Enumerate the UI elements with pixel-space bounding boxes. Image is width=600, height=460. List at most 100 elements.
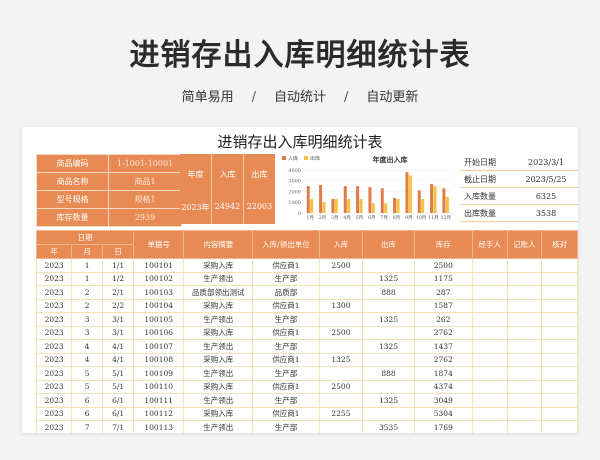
table-cell[interactable]: 2023 [35, 393, 73, 408]
table-cell[interactable]: 生产领出 [183, 420, 254, 433]
table-cell[interactable]: 5/1 [102, 379, 135, 394]
table-cell[interactable] [541, 406, 578, 421]
table-cell[interactable]: 2/2 [102, 298, 135, 313]
table-cell[interactable]: 2023 [35, 406, 73, 421]
table-cell[interactable]: 1325 [362, 271, 415, 286]
table-cell[interactable] [506, 420, 543, 433]
table-cell[interactable]: 2762 [413, 352, 473, 367]
table-cell[interactable] [541, 285, 578, 300]
table-cell[interactable]: 供应商1 [252, 325, 320, 340]
table-cell[interactable]: 6 [71, 393, 104, 408]
table-cell[interactable] [471, 352, 508, 367]
table-cell[interactable]: 2023 [35, 298, 73, 313]
table-cell[interactable] [506, 339, 543, 354]
table-cell[interactable]: 4/1 [102, 339, 135, 354]
table-cell[interactable] [541, 393, 578, 408]
table-cell[interactable]: 2 [71, 285, 104, 300]
table-cell[interactable] [541, 258, 578, 273]
table-cell[interactable]: 4 [71, 352, 104, 367]
table-cell[interactable] [541, 366, 578, 381]
start-date[interactable]: 2023/3/1 [514, 154, 578, 171]
table-cell[interactable]: 1175 [413, 271, 473, 286]
table-cell[interactable] [471, 366, 508, 381]
table-cell[interactable]: 100103 [133, 285, 185, 300]
table-cell[interactable]: 287 [413, 285, 473, 300]
table-cell[interactable]: 3049 [413, 393, 473, 408]
table-cell[interactable]: 1/1 [102, 258, 135, 273]
info-value[interactable]: 规格1 [108, 190, 182, 209]
table-cell[interactable] [471, 339, 508, 354]
table-cell[interactable] [541, 379, 578, 394]
table-cell[interactable]: 100112 [133, 406, 185, 421]
table-cell[interactable]: 品质部领出测试 [183, 285, 254, 300]
table-cell[interactable] [506, 366, 543, 381]
table-cell[interactable]: 1325 [362, 393, 415, 408]
table-cell[interactable]: 生产部 [252, 312, 320, 327]
table-cell[interactable]: 供应商1 [252, 379, 320, 394]
table-cell[interactable]: 888 [362, 285, 415, 300]
table-cell[interactable]: 2023 [35, 285, 73, 300]
table-cell[interactable]: 1/2 [102, 271, 135, 286]
table-cell[interactable] [541, 339, 578, 354]
table-cell[interactable]: 供应商1 [252, 406, 320, 421]
table-cell[interactable]: 5 [71, 366, 104, 381]
table-cell[interactable] [541, 271, 578, 286]
table-cell[interactable]: 生产领出 [183, 366, 254, 381]
table-cell[interactable] [506, 258, 543, 273]
table-cell[interactable] [541, 325, 578, 340]
table-cell[interactable]: 2500 [318, 379, 364, 394]
table-cell[interactable] [471, 285, 508, 300]
table-cell[interactable]: 100109 [133, 366, 185, 381]
table-cell[interactable] [541, 298, 578, 313]
table-cell[interactable]: 262 [413, 312, 473, 327]
table-cell[interactable]: 2023 [35, 339, 73, 354]
table-cell[interactable]: 100106 [133, 325, 185, 340]
table-cell[interactable]: 品质部 [252, 285, 320, 300]
table-cell[interactable] [506, 298, 543, 313]
table-cell[interactable] [506, 312, 543, 327]
table-cell[interactable]: 1 [71, 271, 104, 286]
table-cell[interactable]: 生产领出 [183, 312, 254, 327]
table-cell[interactable] [506, 285, 543, 300]
table-cell[interactable]: 100102 [133, 271, 185, 286]
table-cell[interactable]: 生产部 [252, 420, 320, 433]
table-cell[interactable]: 1300 [318, 298, 364, 313]
table-cell[interactable]: 2500 [413, 258, 473, 273]
table-cell[interactable] [471, 393, 508, 408]
info-value[interactable]: 商品1 [108, 172, 182, 191]
table-cell[interactable]: 2023 [35, 352, 73, 367]
table-cell[interactable]: 100107 [133, 339, 185, 354]
table-cell[interactable] [541, 312, 578, 327]
table-cell[interactable] [318, 312, 364, 327]
table-cell[interactable]: 4 [71, 339, 104, 354]
table-cell[interactable]: 4/1 [102, 352, 135, 367]
table-cell[interactable]: 100111 [133, 393, 185, 408]
table-cell[interactable]: 5304 [413, 406, 473, 421]
table-cell[interactable] [506, 271, 543, 286]
table-cell[interactable]: 采购入库 [183, 298, 254, 313]
table-cell[interactable]: 888 [362, 366, 415, 381]
table-cell[interactable]: 生产部 [252, 393, 320, 408]
table-cell[interactable] [362, 298, 415, 313]
table-cell[interactable] [471, 298, 508, 313]
table-cell[interactable]: 采购入库 [183, 379, 254, 394]
table-cell[interactable] [362, 406, 415, 421]
table-cell[interactable]: 7/1 [102, 420, 135, 433]
table-cell[interactable] [362, 258, 415, 273]
table-cell[interactable]: 3 [71, 312, 104, 327]
table-cell[interactable] [506, 379, 543, 394]
table-cell[interactable]: 2023 [35, 379, 73, 394]
table-cell[interactable]: 100101 [133, 258, 185, 273]
table-cell[interactable]: 1325 [362, 312, 415, 327]
table-cell[interactable] [471, 258, 508, 273]
table-cell[interactable] [506, 393, 543, 408]
table-cell[interactable]: 2023 [35, 258, 73, 273]
table-cell[interactable] [318, 339, 364, 354]
table-cell[interactable]: 2023 [35, 325, 73, 340]
table-cell[interactable]: 3 [71, 325, 104, 340]
table-cell[interactable]: 2023 [35, 271, 73, 286]
table-cell[interactable]: 生产部 [252, 339, 320, 354]
table-cell[interactable]: 生产部 [252, 366, 320, 381]
table-cell[interactable] [471, 312, 508, 327]
table-cell[interactable] [506, 325, 543, 340]
